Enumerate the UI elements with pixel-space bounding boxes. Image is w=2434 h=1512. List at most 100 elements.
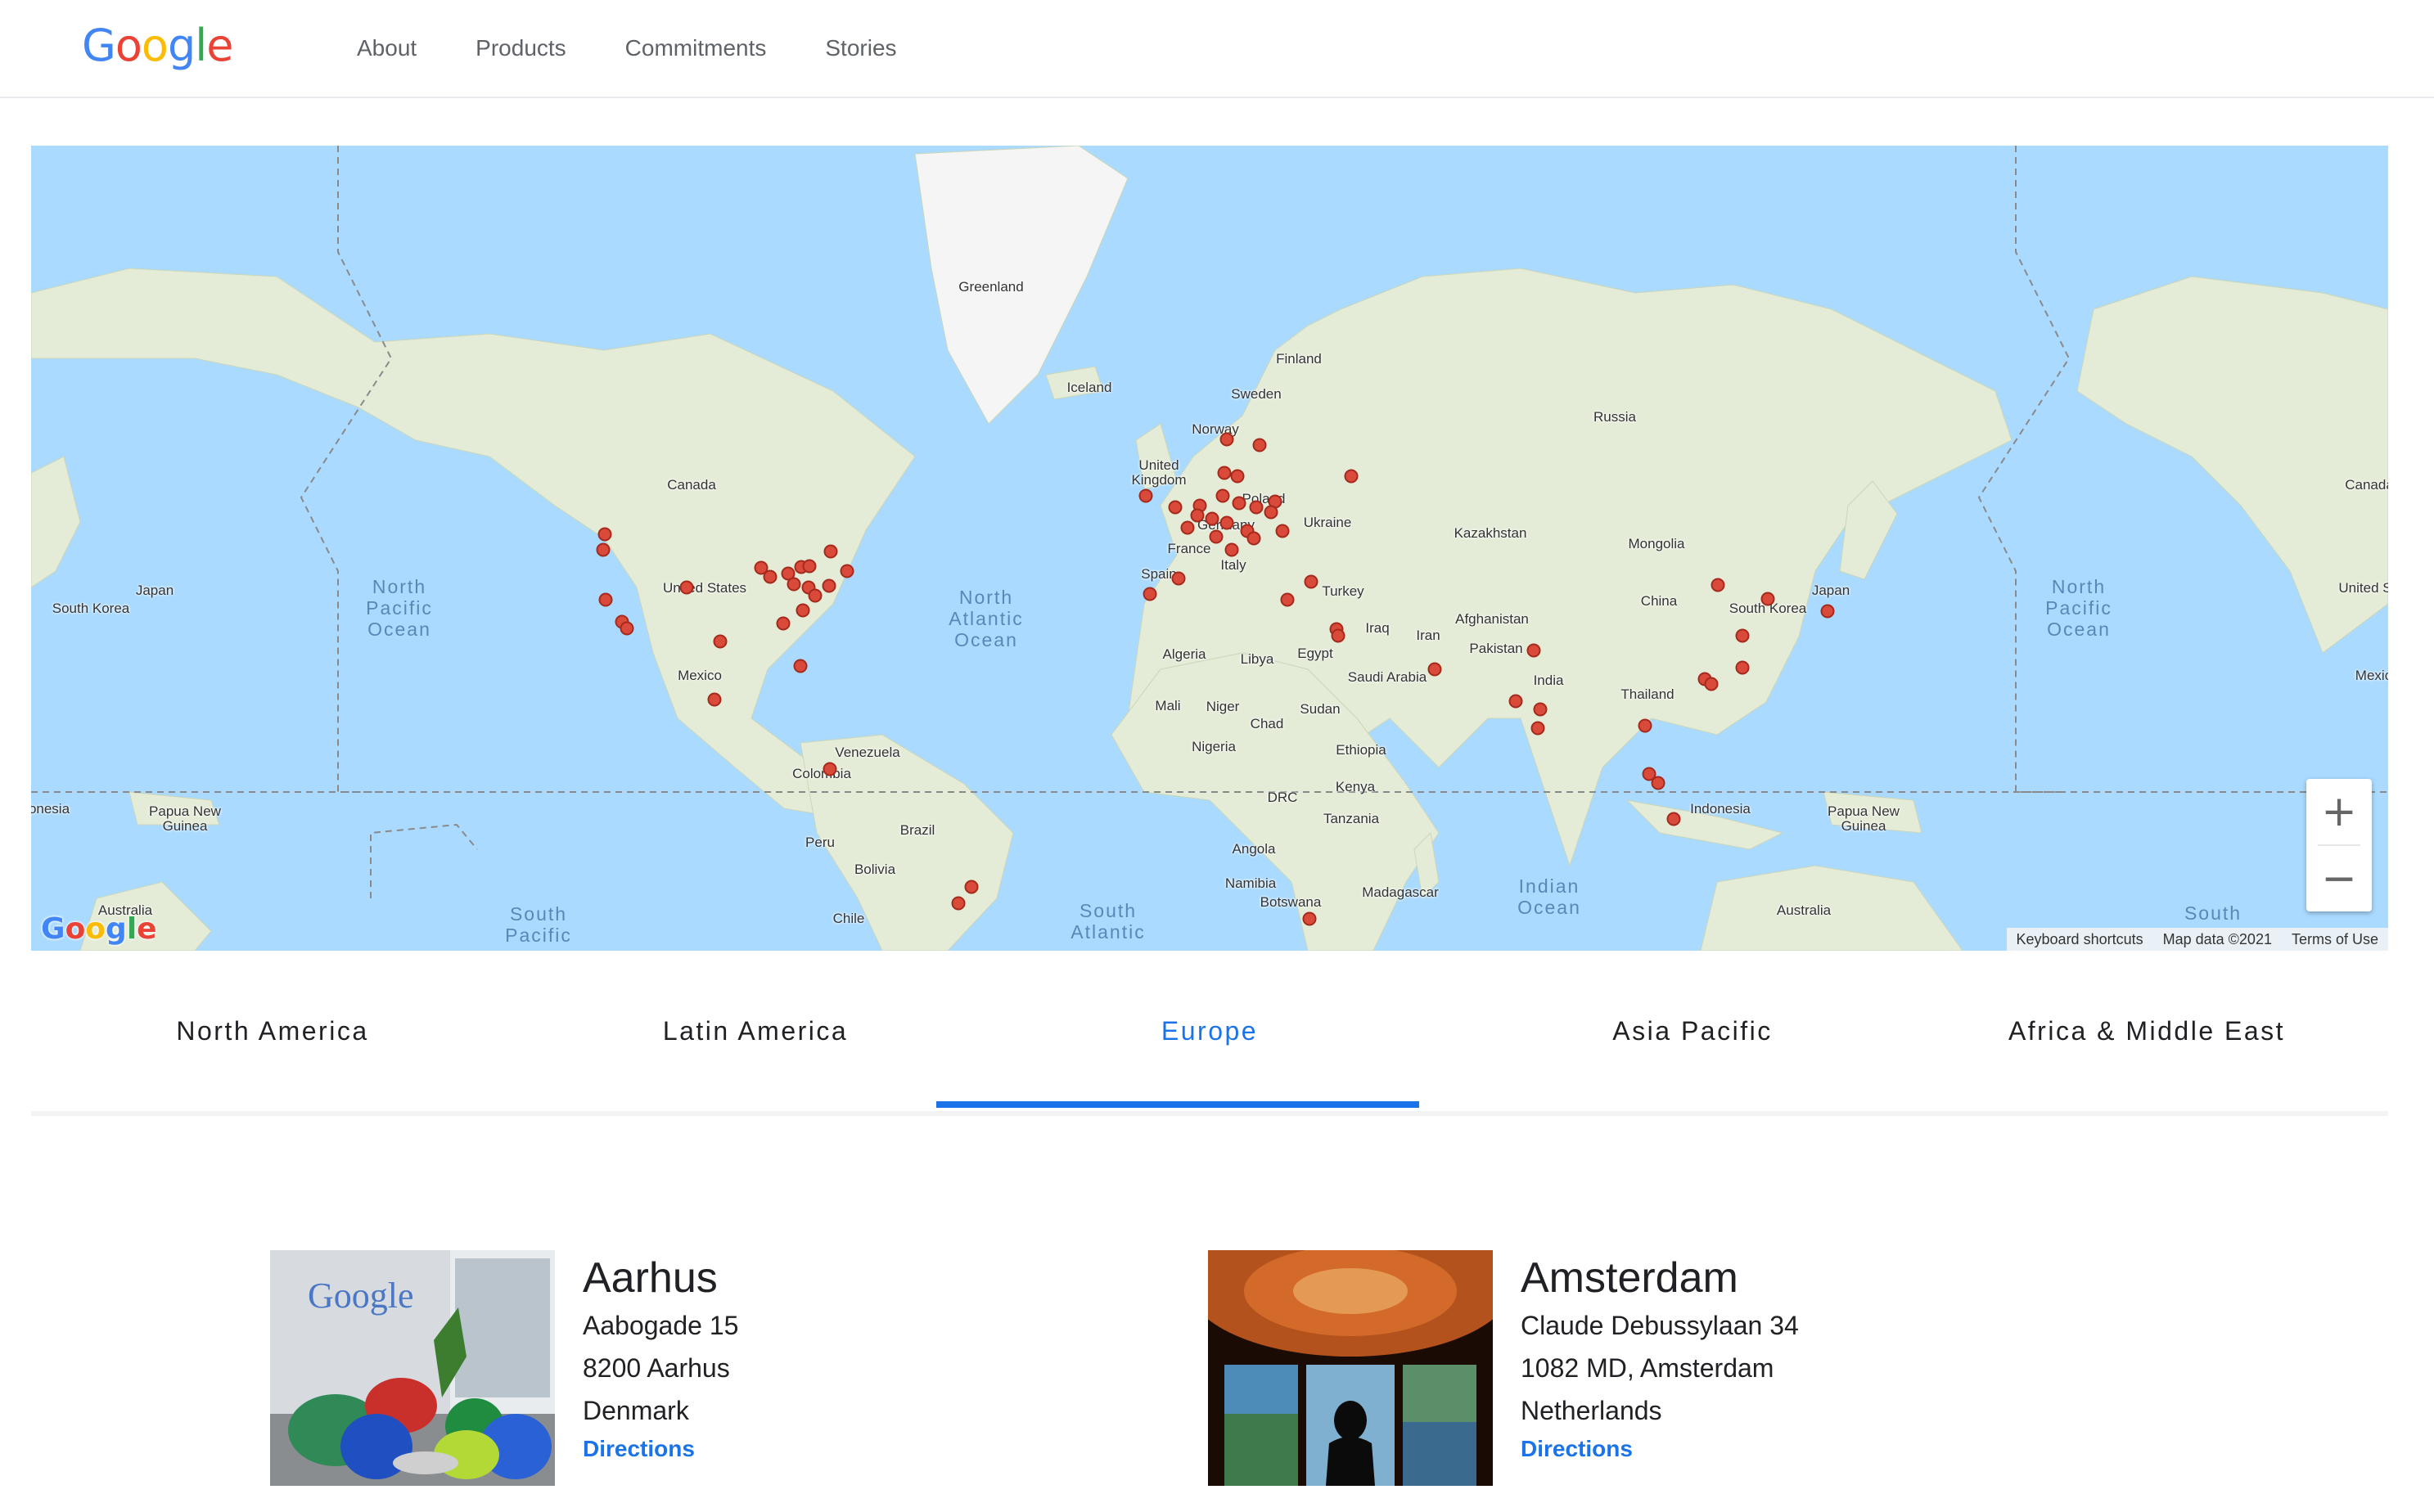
office-marker[interactable] <box>787 577 801 592</box>
office-marker[interactable] <box>1180 520 1195 535</box>
tab-north-america[interactable]: North America <box>31 951 514 1111</box>
office-marker[interactable] <box>707 692 722 707</box>
office-marker[interactable] <box>1508 694 1523 709</box>
office-marker[interactable] <box>1304 574 1318 589</box>
label-libya: Libya <box>1240 651 1274 667</box>
label-botswana: Botswana <box>1260 894 1322 910</box>
label-namibia: Namibia <box>1224 875 1277 891</box>
office-marker[interactable] <box>597 527 612 542</box>
office-marker[interactable] <box>1249 500 1264 515</box>
office-marker[interactable] <box>1735 628 1750 643</box>
office-marker[interactable] <box>823 762 837 776</box>
nav-commitments[interactable]: Commitments <box>625 35 767 61</box>
office-marker[interactable] <box>1219 432 1234 447</box>
offices-map[interactable]: Greenland Iceland Finland Sweden Norway … <box>31 146 2388 951</box>
office-marker[interactable] <box>1138 488 1153 503</box>
office-marker[interactable] <box>1638 718 1652 733</box>
office-marker[interactable] <box>1190 508 1205 523</box>
office-marker[interactable] <box>964 880 979 894</box>
office-marker[interactable] <box>1427 662 1442 677</box>
tab-europe[interactable]: Europe <box>968 951 1451 1111</box>
office-marker[interactable] <box>1711 578 1725 592</box>
terms-of-use-link[interactable]: Terms of Use <box>2282 931 2388 948</box>
office-marker[interactable] <box>1219 515 1234 530</box>
office-marker[interactable] <box>1302 911 1317 926</box>
office-marker[interactable] <box>1704 677 1719 691</box>
office-marker[interactable] <box>1735 660 1750 675</box>
office-marker[interactable] <box>840 564 854 578</box>
office-marker[interactable] <box>1205 511 1219 526</box>
office-marker[interactable] <box>1264 505 1278 520</box>
office-marker[interactable] <box>1217 466 1232 480</box>
logo-letter: o <box>141 20 169 71</box>
office-marker[interactable] <box>1651 776 1665 790</box>
office-marker[interactable] <box>1246 531 1261 546</box>
map-footer: Keyboard shortcuts Map data ©2021 Terms … <box>2006 928 2388 951</box>
office-marker[interactable] <box>1275 524 1290 538</box>
office-marker[interactable] <box>679 580 694 595</box>
logo-letter: l <box>195 20 207 71</box>
nav-stories[interactable]: Stories <box>825 35 896 61</box>
office-marker[interactable] <box>1168 500 1183 515</box>
office-marker[interactable] <box>1215 488 1230 503</box>
office-marker[interactable] <box>1209 529 1224 544</box>
office-marker[interactable] <box>1533 702 1548 717</box>
office-marker[interactable] <box>1143 587 1157 601</box>
office-marker[interactable] <box>1232 496 1246 511</box>
office-marker[interactable] <box>1230 469 1245 484</box>
keyboard-shortcuts-link[interactable]: Keyboard shortcuts <box>2007 931 2153 948</box>
site-header: Google About Products Commitments Storie… <box>0 0 2434 98</box>
tab-asia-pacific[interactable]: Asia Pacific <box>1451 951 1934 1111</box>
google-logo[interactable]: Google <box>82 20 233 71</box>
label-egypt: Egypt <box>1297 646 1333 661</box>
nav-products[interactable]: Products <box>476 35 566 61</box>
office-marker[interactable] <box>822 578 836 593</box>
logo-letter: G <box>41 912 65 946</box>
office-marker[interactable] <box>1820 604 1835 619</box>
office-marker[interactable] <box>1252 438 1267 452</box>
label-japan-left: Japan <box>135 583 174 598</box>
office-marker[interactable] <box>1171 571 1186 586</box>
office-address-line: 8200 Aarhus <box>583 1353 730 1383</box>
office-marker[interactable] <box>796 603 810 618</box>
office-marker[interactable] <box>1280 592 1295 607</box>
office-marker[interactable] <box>802 559 817 574</box>
office-marker[interactable] <box>951 896 966 911</box>
tab-africa-middle-east[interactable]: Africa & Middle East <box>1905 951 2388 1111</box>
directions-link[interactable]: Directions <box>583 1432 738 1466</box>
office-marker[interactable] <box>598 592 613 607</box>
label-algeria: Algeria <box>1162 646 1206 662</box>
office-marker[interactable] <box>1331 628 1345 643</box>
office-marker[interactable] <box>823 544 838 559</box>
office-marker[interactable] <box>1344 469 1359 484</box>
office-marker[interactable] <box>763 569 778 584</box>
office-marker[interactable] <box>1526 643 1541 658</box>
office-marker[interactable] <box>1666 812 1681 826</box>
label-bolivia: Bolivia <box>854 862 896 877</box>
office-marker[interactable] <box>1530 721 1545 736</box>
office-marker[interactable] <box>776 616 791 631</box>
office-marker[interactable] <box>793 659 808 673</box>
logo-letter: l <box>126 912 137 946</box>
logo-letter: o <box>115 20 142 71</box>
label-iran: Iran <box>1416 628 1440 643</box>
zoom-in-button[interactable]: + <box>2306 779 2372 844</box>
ocean-south-atlantic: South Atlantic <box>1071 900 1146 943</box>
office-marker[interactable] <box>620 621 634 636</box>
office-marker[interactable] <box>596 542 611 557</box>
label-thailand: Thailand <box>1620 686 1675 702</box>
office-marker[interactable] <box>808 588 823 603</box>
label-papua-new-guinea-left: Papua New Guinea <box>149 803 221 834</box>
label-nigeria: Nigeria <box>1192 739 1236 754</box>
office-marker[interactable] <box>1760 592 1775 606</box>
nav-about[interactable]: About <box>357 35 417 61</box>
zoom-out-button[interactable]: − <box>2306 846 2372 911</box>
ocean-south-right: South <box>2184 902 2242 924</box>
tab-latin-america[interactable]: Latin America <box>514 951 997 1111</box>
office-marker[interactable] <box>1224 542 1239 557</box>
directions-link[interactable]: Directions <box>1521 1432 1799 1466</box>
label-kazakhstan: Kazakhstan <box>1454 525 1527 541</box>
office-address-line: Denmark <box>583 1396 689 1425</box>
office-marker[interactable] <box>713 634 728 649</box>
label-chad: Chad <box>1250 716 1284 731</box>
